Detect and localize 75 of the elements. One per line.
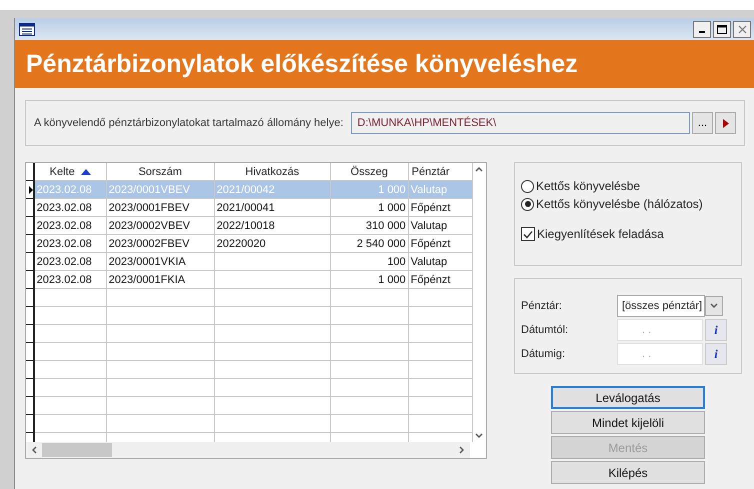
maximize-icon (717, 24, 727, 34)
cashbox-label: Pénztár: (521, 300, 563, 312)
close-icon (738, 24, 746, 34)
table-cell: 2023/0001VKIA (108, 256, 186, 268)
table-cell: 2022/10018 (216, 220, 275, 232)
window-title: Pénztárbizonylatok előkészítése könyveléshez (15, 40, 754, 88)
table-row[interactable]: 2023.02.08 2023/0001FKIA 1 000 Főpénzt (34, 271, 473, 289)
date-label: Dátumig: (521, 348, 566, 360)
column-header[interactable]: Pénztár (408, 163, 473, 180)
window-app-icon (19, 22, 35, 36)
table-cell: Valutap (410, 184, 448, 196)
table-cell: Főpénzt (410, 238, 450, 250)
maximize-button[interactable] (713, 20, 731, 38)
table-cell: 1 000 (378, 184, 406, 196)
action-button[interactable]: Leválogatás (551, 386, 705, 409)
column-header[interactable]: Sorszám (106, 163, 215, 180)
browse-button[interactable]: ... (692, 112, 713, 134)
minimize-button[interactable] (693, 20, 711, 38)
checkbox[interactable] (521, 227, 535, 241)
radio-option[interactable]: Kettős könyvelésbe (hálózatos) (521, 197, 735, 211)
path-label: A könyvelendő pénztárbizonylatokat tartalmazó állomány helye: (34, 117, 344, 129)
table-cell: 2023/0002VBEV (108, 220, 190, 232)
column-header[interactable]: Hivatkozás (214, 163, 331, 180)
table-row[interactable]: 2023.02.08 2023/0001FBEV 2021/00041 1 000 Főpénzt (34, 199, 473, 217)
table-cell: 1 000 (378, 274, 406, 286)
table-cell: 2023/0002FBEV (108, 238, 190, 250)
scroll-thumb[interactable] (42, 443, 112, 457)
cashbox-dropdown[interactable]: [összes pénztár] (617, 295, 705, 317)
table-row[interactable]: 2023.02.08 2023/0002VBEV 2022/10018 310 000 Valutap (34, 217, 473, 235)
table-cell: 2023/0001FBEV (108, 202, 190, 214)
sort-up-icon (80, 168, 91, 174)
table-cell: 2021/00041 (216, 202, 275, 214)
table-cell: Főpénzt (410, 274, 450, 286)
table-row[interactable]: 2023.02.08 2023/0002FBEV 20220020 2 540 000 Főpénzt (34, 235, 473, 253)
row-pointer-icon (28, 186, 33, 194)
table-cell: 310 000 (366, 220, 406, 232)
close-button[interactable] (733, 20, 751, 38)
check-icon (523, 230, 533, 238)
table-cell: 2023.02.08 (36, 256, 92, 268)
scroll-right-icon[interactable] (458, 446, 466, 454)
table-cell: 2023/0001FKIA (108, 274, 186, 286)
scroll-up-icon[interactable] (475, 165, 484, 173)
table-cell: 2023.02.08 (36, 238, 92, 250)
info-button[interactable]: i (705, 319, 727, 341)
table-cell: 100 (387, 256, 406, 268)
table-cell: 2023.02.08 (36, 274, 92, 286)
table-cell: Valutap (410, 256, 448, 268)
radio-option[interactable]: Kettős könyvelésbe (521, 179, 735, 193)
info-button[interactable]: i (705, 343, 727, 365)
go-button[interactable] (715, 112, 736, 134)
date-label: Dátumtól: (521, 324, 570, 336)
action-button[interactable]: Mindet kijelöli (551, 411, 705, 434)
table-cell: 2023/0001VBEV (108, 184, 190, 196)
table-cell: 2023.02.08 (36, 184, 92, 196)
table-cell: 2021/00042 (216, 184, 275, 196)
play-icon (722, 118, 728, 128)
table-cell: Valutap (410, 220, 448, 232)
table-cell: 1 000 (378, 202, 406, 214)
table-row[interactable]: 2023.02.08 2023/0001VKIA 100 Valutap (34, 253, 473, 271)
column-header[interactable]: Összeg (330, 163, 409, 180)
table-cell: 20220020 (216, 238, 266, 250)
table-cell: 2 540 000 (356, 238, 406, 250)
action-button[interactable]: Kilépés (551, 461, 705, 484)
dropdown-button[interactable] (705, 296, 723, 316)
path-field[interactable]: D:\MUNKA\HP\MENTÉSEK\ (351, 112, 690, 134)
checkbox-option[interactable]: Kiegyenlítések feladása (521, 227, 735, 241)
scroll-down-icon[interactable] (475, 432, 484, 440)
scroll-left-icon[interactable] (30, 446, 38, 454)
radio-button[interactable] (521, 198, 534, 210)
table-cell: 2023.02.08 (36, 202, 92, 214)
column-header[interactable]: Kelte (34, 163, 107, 180)
table-cell: Főpénzt (410, 202, 450, 214)
table-cell: 2023.02.08 (36, 220, 92, 232)
radio-button[interactable] (521, 180, 534, 192)
chevron-down-icon[interactable] (710, 302, 718, 310)
